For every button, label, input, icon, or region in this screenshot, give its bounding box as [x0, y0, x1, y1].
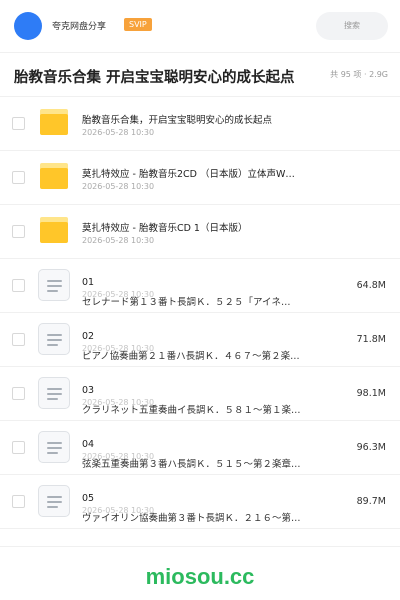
- row-checkbox[interactable]: [12, 495, 25, 508]
- document-icon: [38, 377, 70, 409]
- folder-icon: [40, 109, 68, 135]
- file-row[interactable]: 03 2026-05-28 10:30 クラリネット五重奏曲イ長調Ｋ．５８１～第…: [0, 367, 400, 421]
- top-bar: 夸克网盘分享 SVIP 搜索: [0, 0, 400, 52]
- document-icon: [38, 431, 70, 463]
- file-size: 71.8M: [356, 334, 386, 345]
- folder-row[interactable]: 莫扎特效应 - 胎教音乐CD 1（日本版） 2026-05-28 10:30: [0, 205, 400, 259]
- file-number: 02: [82, 331, 95, 342]
- row-checkbox[interactable]: [12, 117, 25, 130]
- folder-icon: [40, 217, 68, 243]
- folder-row[interactable]: 胎教音乐合集，开启宝宝聪明安心的成长起点 2026-05-28 10:30: [0, 97, 400, 151]
- file-title[interactable]: 弦楽五重奏曲第３番ハ長調Ｋ．５１５～第２楽章…: [82, 456, 338, 470]
- file-size: 96.3M: [356, 442, 386, 453]
- row-checkbox[interactable]: [12, 387, 25, 400]
- folder-row[interactable]: 莫扎特效应 - 胎教音乐2CD （日本版）立体声W… 2026-05-28 10…: [0, 151, 400, 205]
- folder-name[interactable]: 胎教音乐合集，开启宝宝聪明安心的成长起点: [82, 112, 340, 126]
- folder-date: 2026-05-28 10:30: [82, 128, 155, 137]
- file-size: 64.8M: [356, 280, 386, 291]
- row-checkbox[interactable]: [12, 441, 25, 454]
- folder-date: 2026-05-28 10:30: [82, 236, 155, 245]
- file-row[interactable]: 02 2026-05-28 10:30 ピアノ協奏曲第２１番ハ長調Ｋ．４６７～第…: [0, 313, 400, 367]
- folder-icon: [40, 163, 68, 189]
- document-icon: [38, 485, 70, 517]
- file-size: 89.7M: [356, 496, 386, 507]
- document-icon: [38, 323, 70, 355]
- brand-name[interactable]: 夸克网盘分享: [52, 19, 106, 32]
- file-row[interactable]: 05 2026-05-28 10:30 ヴァイオリン協奏曲第３番ト長調Ｋ．２１６…: [0, 475, 400, 529]
- file-title[interactable]: ピアノ協奏曲第２１番ハ長調Ｋ．４６７～第２楽…: [82, 348, 338, 362]
- row-checkbox[interactable]: [12, 279, 25, 292]
- file-number: 03: [82, 385, 95, 396]
- header-divider: [0, 52, 400, 53]
- row-checkbox[interactable]: [12, 225, 25, 238]
- row-checkbox[interactable]: [12, 333, 25, 346]
- file-list: 胎教音乐合集，开启宝宝聪明安心的成长起点 2026-05-28 10:30 莫扎…: [0, 97, 400, 529]
- folder-name[interactable]: 莫扎特效应 - 胎教音乐CD 1（日本版）: [82, 220, 340, 234]
- file-number: 05: [82, 493, 95, 504]
- svip-badge: SVIP: [124, 18, 152, 31]
- file-row[interactable]: 01 2026-05-28 10:30 セレナード第１３番ト長調Ｋ．５２５「アイ…: [0, 259, 400, 313]
- row-checkbox[interactable]: [12, 171, 25, 184]
- file-title[interactable]: セレナード第１３番ト長調Ｋ．５２５「アイネ…: [82, 294, 338, 308]
- file-size: 98.1M: [356, 388, 386, 399]
- folder-name[interactable]: 莫扎特效应 - 胎教音乐2CD （日本版）立体声W…: [82, 166, 340, 180]
- share-meta: 共 95 项 · 2.9G: [330, 70, 388, 79]
- avatar[interactable]: [14, 12, 42, 40]
- footer-brand: miosou.cc: [145, 564, 255, 589]
- file-number: 04: [82, 439, 95, 450]
- document-icon: [38, 269, 70, 301]
- footer-divider: [0, 546, 400, 547]
- folder-date: 2026-05-28 10:30: [82, 182, 155, 191]
- search-button[interactable]: 搜索: [316, 12, 388, 40]
- file-title[interactable]: ヴァイオリン協奏曲第３番ト長調Ｋ．２１６～第…: [82, 510, 338, 524]
- share-title: 胎教音乐合集 开启宝宝聪明安心的成长起点: [14, 70, 295, 86]
- file-title[interactable]: クラリネット五重奏曲イ長調Ｋ．５８１～第１楽…: [82, 402, 338, 416]
- file-row[interactable]: 04 2026-05-28 10:30 弦楽五重奏曲第３番ハ長調Ｋ．５１５～第２…: [0, 421, 400, 475]
- file-number: 01: [82, 277, 95, 288]
